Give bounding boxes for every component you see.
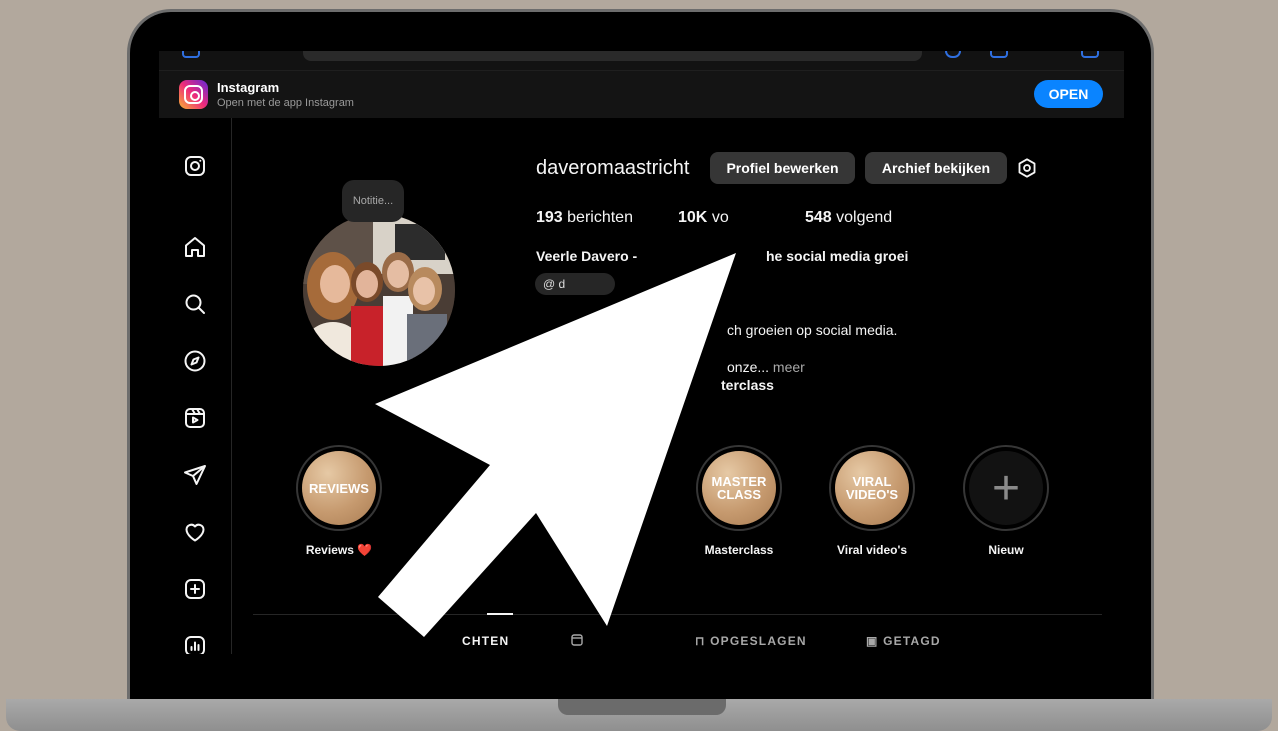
search-icon[interactable] <box>183 292 207 316</box>
share-icon[interactable] <box>990 51 1008 58</box>
app-banner: Instagram Open met de app Instagram OPEN <box>159 71 1124 118</box>
plus-icon: + <box>969 451 1043 525</box>
browser-toolbar <box>159 51 1124 71</box>
explore-icon[interactable] <box>183 349 207 373</box>
posts-stat[interactable]: 193 berichten <box>536 209 633 227</box>
profile-avatar[interactable] <box>303 214 455 366</box>
tab-saved[interactable]: ⊓ OPGESLAGEN <box>695 634 807 648</box>
tab-reels[interactable] <box>571 634 583 649</box>
highlight-masterclass[interactable]: MASTER CLASS Masterclass <box>696 445 782 557</box>
highlight-label: Nieuw <box>988 543 1024 557</box>
highlight-label: Masterclass <box>704 543 774 557</box>
tab-posts[interactable]: CHTEN <box>462 634 509 648</box>
threads-link[interactable]: @ d <box>535 273 615 295</box>
sidebar-toggle-icon[interactable] <box>182 51 200 58</box>
bio-more-link[interactable]: meer <box>773 359 805 375</box>
tab-tagged[interactable]: ▣ GETAGD <box>866 634 941 648</box>
bio-name: Veerle Davero - <box>536 248 638 264</box>
highlight-viral-cover: VIRAL VIDEO'S <box>835 451 909 525</box>
create-icon[interactable] <box>183 577 207 601</box>
highlight-label: Viral video's <box>836 543 907 557</box>
reels-tab-icon <box>571 634 583 646</box>
bookmark-icon: ⊓ <box>695 634 711 648</box>
reels-icon[interactable] <box>183 406 207 430</box>
browser-screen: Instagram Open met de app Instagram OPEN <box>159 51 1124 654</box>
followers-stat[interactable]: 10K vo <box>678 209 729 227</box>
view-archive-button[interactable]: Archief bekijken <box>865 152 1007 184</box>
insights-icon[interactable] <box>183 634 207 654</box>
instagram-icon[interactable] <box>183 154 207 178</box>
profile-username: daveromaastricht <box>536 157 690 179</box>
sidebar-nav <box>159 118 232 654</box>
instagram-logo-icon <box>179 80 208 109</box>
highlight-reviews-cover: REVIEWS <box>302 451 376 525</box>
following-stat[interactable]: 548 volgend <box>805 209 892 227</box>
privacy-icon[interactable] <box>945 51 961 58</box>
active-tab-indicator <box>487 613 513 615</box>
tabs-icon[interactable] <box>1081 51 1099 58</box>
highlight-new[interactable]: + Nieuw <box>963 445 1049 557</box>
notifications-heart-icon[interactable] <box>183 520 207 544</box>
highlight-reviews[interactable]: REVIEWS Reviews ❤️ <box>296 445 382 557</box>
open-app-button[interactable]: OPEN <box>1034 80 1103 108</box>
settings-gear-icon[interactable] <box>1016 157 1038 179</box>
bio-line-2: onze... meer <box>727 359 805 375</box>
tabs-divider <box>253 614 1102 615</box>
highlight-viral-videos[interactable]: VIRAL VIDEO'S Viral video's <box>829 445 915 557</box>
address-bar[interactable] <box>303 51 922 61</box>
highlight-masterclass-cover: MASTER CLASS <box>702 451 776 525</box>
bio-line-3[interactable]: terclass <box>721 377 774 393</box>
highlight-label: Reviews ❤️ <box>305 543 373 557</box>
home-icon[interactable] <box>183 235 207 259</box>
edit-profile-button[interactable]: Profiel bewerken <box>710 152 855 184</box>
banner-subtitle: Open met de app Instagram <box>217 97 354 109</box>
laptop-notch <box>558 699 726 715</box>
banner-app-name: Instagram <box>217 80 280 95</box>
bio-category: he social media groei <box>766 248 909 264</box>
note-bubble[interactable]: Notitie... <box>342 180 404 222</box>
tag-icon: ▣ <box>866 634 884 648</box>
bio-line-1: ch groeien op social media. <box>727 322 898 338</box>
messages-icon[interactable] <box>183 463 207 487</box>
